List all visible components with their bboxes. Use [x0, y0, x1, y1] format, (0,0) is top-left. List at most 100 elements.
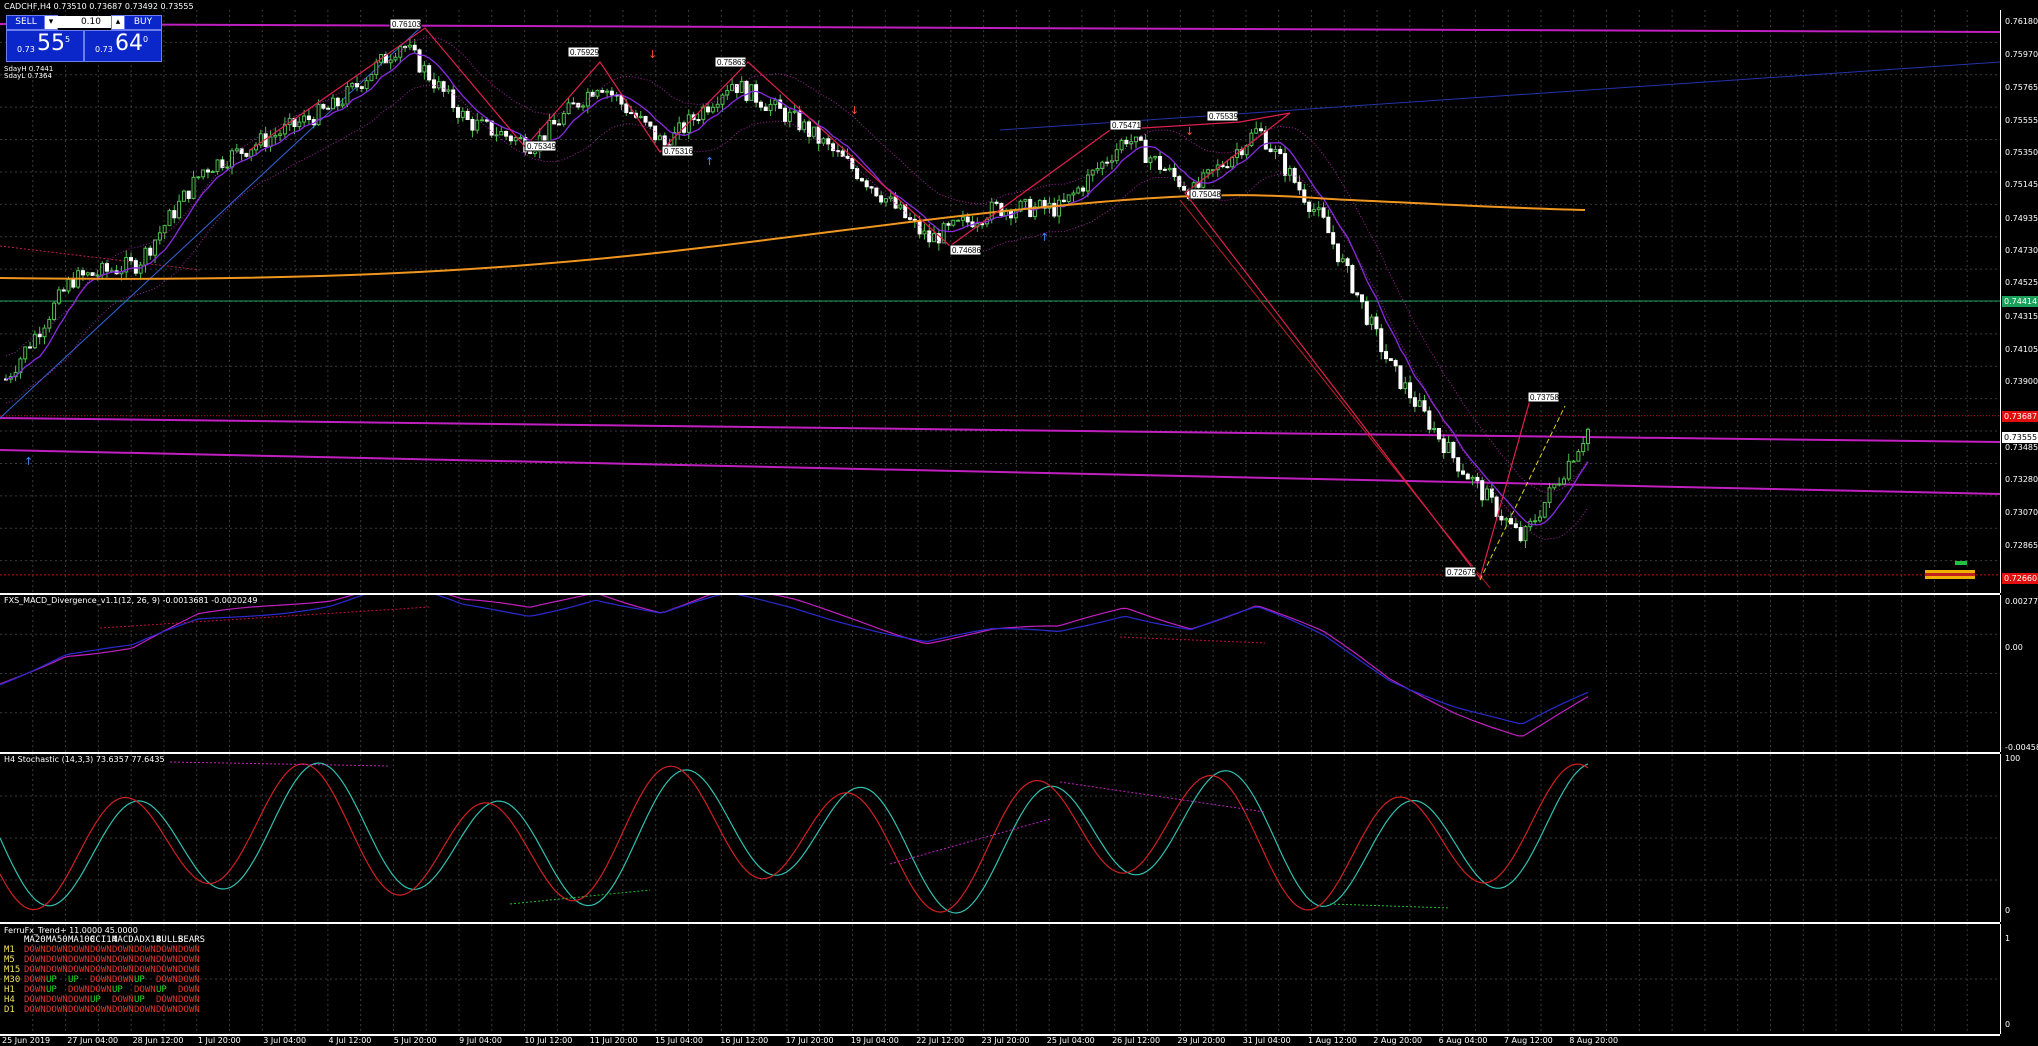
candle-body [605, 90, 610, 93]
candle-body [1023, 198, 1028, 202]
candle-body [1148, 157, 1153, 163]
lot-down-button[interactable]: ▾ [44, 15, 58, 30]
candle-body [398, 46, 403, 58]
candle-body [1388, 358, 1393, 362]
sell-price-button[interactable]: 0.73 55 5 [6, 30, 84, 62]
candle-body [1571, 460, 1576, 463]
ferrufx-cell: DOWN [112, 945, 134, 955]
candle-body [177, 200, 182, 219]
candle-body [1360, 294, 1364, 303]
candle-body [153, 239, 158, 256]
lot-size-input[interactable]: 0.10 [57, 16, 115, 28]
candle-body [52, 302, 57, 321]
sell-button[interactable]: SELL [6, 15, 46, 30]
candle-body [350, 83, 355, 88]
candle-body [782, 107, 787, 122]
stochastic-chart [0, 754, 2000, 922]
info-line-low: SdayL 0.7364 [4, 72, 52, 80]
candle-body [1504, 518, 1509, 521]
axis-tick-label: 0 [2005, 1020, 2011, 1029]
candle-body [754, 84, 759, 103]
candle-body [417, 49, 422, 73]
time-axis-label: 1 Jul 20:00 [197, 1036, 241, 1045]
candle-body [518, 137, 523, 140]
sell-price-prefix: 0.73 [17, 45, 35, 54]
candle-body [456, 107, 460, 118]
candle-body [739, 80, 744, 93]
candle-body [28, 346, 33, 349]
ferrufx-cell: DOWN [156, 1005, 178, 1015]
price-tag: 0.73555 [2002, 431, 2038, 443]
candle-body [1518, 526, 1523, 542]
candle-body [1552, 483, 1557, 489]
divergence-line [169, 761, 391, 767]
candle-body [201, 169, 206, 178]
axis-tick-label: 0.76180 [2005, 17, 2038, 26]
ferrufx-title: FerruFx_Trend+ 11.0000 45.0000 [4, 926, 138, 935]
lot-up-button[interactable]: ▴ [111, 15, 125, 30]
time-axis-label: 17 Jul 20:00 [785, 1036, 834, 1045]
divergence-line [99, 606, 431, 629]
candle-body [763, 106, 768, 112]
swing-label: 0.75316 [664, 147, 693, 156]
time-axis-label: 3 Jul 04:00 [263, 1036, 307, 1045]
axis-tick-label: 0.74730 [2005, 246, 2038, 256]
candle-body [1037, 199, 1042, 208]
candle-body [1076, 187, 1081, 194]
ferrufx-cell: DOWN [24, 985, 46, 995]
candle-body [1172, 167, 1177, 178]
price-chart-pane[interactable]: 0.76103 0.75929 0.75863 0.75349 0.75316 0.746… [0, 10, 2000, 593]
candle-body [162, 225, 167, 234]
macd-pane[interactable] [0, 595, 2000, 752]
divergence-line [1329, 903, 1451, 909]
ferrufx-cell: DOWN [24, 1005, 46, 1015]
ferrufx-cell: DOWN [24, 965, 46, 975]
candle-body [330, 97, 335, 110]
trend-line-top [0, 23, 2000, 33]
ferrufx-timeframe: D1 [4, 1005, 15, 1015]
candle-body [960, 216, 965, 221]
ferrufx-cell: DOWN [46, 1005, 68, 1015]
candle-body [1537, 516, 1542, 522]
candle-body [883, 198, 888, 203]
price-chart[interactable]: 0.76103 0.75929 0.75863 0.75349 0.75316 0.746… [0, 10, 2000, 593]
candle-body [624, 103, 629, 114]
ferrufx-timeframe: H4 [4, 995, 15, 1005]
candle-body [1326, 216, 1331, 234]
ferrufx-column-header: MACD [112, 935, 134, 945]
ferrufx-cell: DOWN [134, 965, 156, 975]
ferrufx-row: M30 DOWNUP UP DOWNDOWNUP DOWNDOWN [4, 975, 200, 985]
swing-label: 0.74686 [952, 246, 981, 255]
axis-tick-label: 0.75765 [2005, 82, 2038, 92]
candle-body [792, 110, 797, 113]
candle-body [1355, 292, 1360, 296]
candle-body [1533, 520, 1538, 523]
macd-signal-line [0, 595, 1589, 725]
candle-body [1307, 201, 1312, 212]
ferrufx-row: M1 DOWNDOWNDOWNDOWNDOWNDOWNDOWNDOWN [4, 945, 200, 955]
stochastic-pane[interactable] [0, 754, 2000, 922]
candle-body [1230, 156, 1235, 168]
candle-body [1124, 139, 1129, 145]
ferrufx-pane[interactable] [0, 924, 2000, 1034]
buy-button[interactable]: BUY [124, 15, 162, 30]
one-click-trading-panel: SELL ▾ 0.10 ▴ BUY 0.73 55 5 0.73 64 0 [4, 13, 162, 63]
candle-body [710, 106, 715, 113]
candle-body [797, 110, 802, 131]
candle-body [1143, 139, 1148, 163]
candle-body [734, 84, 739, 93]
candle-body [1071, 192, 1076, 196]
candle-body [859, 178, 864, 182]
candle-body [547, 119, 552, 142]
candle-body [956, 219, 961, 222]
ferrufx-cell: DOWN [90, 945, 112, 955]
trend-line-mid [0, 417, 2000, 443]
candle-body [133, 260, 138, 274]
swing-label: 0.75471 [1112, 121, 1141, 130]
time-axis-label: 28 Jun 12:00 [132, 1036, 184, 1045]
candle-body [1162, 168, 1167, 171]
candle-body [1340, 258, 1345, 263]
ferrufx-column-header: ADX14 [134, 935, 162, 945]
buy-price-button[interactable]: 0.73 64 0 [84, 30, 162, 62]
candle-body [167, 210, 172, 227]
